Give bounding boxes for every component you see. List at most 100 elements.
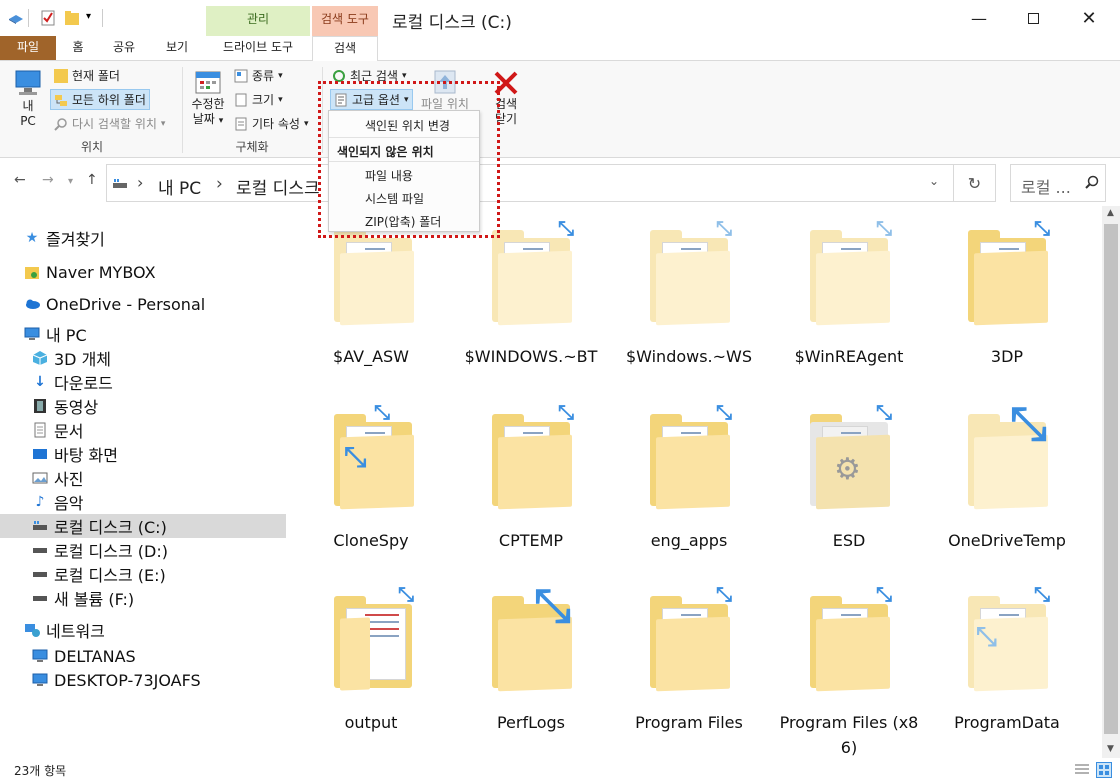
folder-item[interactable]: ⤡ Program Files [614, 582, 764, 758]
folder-item[interactable]: ⤡ $WINDOWS.~BT [456, 216, 606, 396]
folder-item[interactable]: ⤡ eng_apps [614, 400, 764, 580]
folder-name: $Windows.~WS [625, 347, 753, 366]
nav-label: 3D 개체 [54, 350, 112, 369]
tab-file[interactable]: 파일 [0, 36, 56, 60]
qat-dropdown-icon[interactable]: ▾ [86, 11, 91, 29]
tab-share[interactable]: 공유 [104, 36, 144, 60]
nav-item-videos[interactable]: 동영상 [32, 394, 98, 418]
folder-name: output [344, 713, 398, 732]
nav-label: DESKTOP-73JOAFS [54, 670, 201, 690]
chevron-down-icon: ▾ [401, 70, 407, 81]
nav-item-quick-access[interactable]: ★ 즐겨찾기 [24, 226, 105, 250]
nav-label: 로컬 디스크 (E:) [54, 566, 166, 585]
refresh-button[interactable]: ↻ [954, 164, 996, 202]
current-folder-button[interactable]: 현재 폴더 [54, 67, 120, 84]
details-view-icon[interactable] [1074, 763, 1090, 777]
download-arrow-icon: ↓ [34, 374, 46, 390]
nav-item-drive-c[interactable]: 로컬 디스크 (C:) [0, 514, 286, 538]
minimize-button[interactable]: — [956, 0, 1002, 36]
nav-label: 내 PC [46, 326, 87, 345]
close-search-button[interactable]: 검색 닫기 [484, 69, 528, 127]
dropdown-chevron-icon[interactable]: ⌄ [929, 174, 939, 188]
nav-item-desktop-pc[interactable]: DESKTOP-73JOAFS [32, 668, 201, 692]
computer-icon [13, 69, 43, 97]
advanced-options-button[interactable]: 고급 옵션 ▾ [330, 89, 413, 110]
nav-label: 즐겨찾기 [46, 230, 105, 249]
tab-drive-tools[interactable]: 드라이브 도구 [206, 36, 310, 60]
folder-item[interactable]: ⤡ ⚙ ESD [774, 400, 924, 580]
menu-item-zip-folders[interactable]: ZIP(압축) 폴더 [365, 213, 441, 230]
date-modified-button[interactable]: 수정한 날짜 ▾ [188, 69, 228, 129]
folder-name: ProgramData [954, 713, 1060, 732]
nav-item-onedrive[interactable]: OneDrive - Personal [24, 292, 205, 316]
compressed-arrows-icon: ⤡ [876, 216, 892, 240]
scroll-down-icon[interactable]: ▼ [1107, 744, 1114, 754]
nav-label: 동영상 [54, 398, 99, 417]
folder-item[interactable]: ⤡ 3DP [932, 216, 1082, 396]
open-file-location-button[interactable]: 파일 위치 [418, 69, 472, 112]
context-tab-search-tools: 검색 도구 [312, 6, 378, 36]
nav-item-music[interactable]: ♪ 음악 [32, 490, 84, 514]
tab-home[interactable]: 홈 [58, 36, 98, 60]
document-icon [32, 422, 48, 438]
forward-arrow-icon[interactable]: → [42, 172, 54, 188]
folder-item[interactable]: ⤡ ⤡ ProgramData [932, 582, 1082, 758]
folder-item[interactable]: ⤡ $Windows.~WS [614, 216, 764, 396]
folder-item[interactable]: ⤡ OneDriveTemp [932, 396, 1082, 580]
search-again-button[interactable]: 다시 검색할 위치 ▾ [54, 115, 165, 132]
menu-item-system-files[interactable]: 시스템 파일 [365, 190, 424, 207]
nav-item-network[interactable]: 네트워크 [24, 618, 105, 642]
breadcrumb-local-disk[interactable]: 로컬 디스크 [236, 174, 328, 199]
menu-item-change-indexed-locations[interactable]: 색인된 위치 변경 [365, 117, 450, 134]
scrollbar-thumb[interactable] [1104, 224, 1118, 734]
folder-item[interactable]: ⤡ CPTEMP [456, 400, 606, 580]
large-icons-view-icon[interactable] [1096, 762, 1112, 778]
tab-view[interactable]: 보기 [156, 36, 198, 60]
drive-icon [32, 566, 48, 582]
other-properties-button[interactable]: 기타 속성 ▾ [234, 115, 309, 132]
nav-item-drive-f[interactable]: 새 볼륨 (F:) [32, 586, 134, 610]
recent-searches-button[interactable]: 최근 검색 ▾ [332, 67, 407, 84]
this-pc-label-2: PC [20, 114, 36, 128]
new-folder-icon[interactable] [64, 9, 80, 27]
folder-item[interactable]: ⤡ output [296, 582, 446, 758]
this-pc-button[interactable]: 내 PC [10, 69, 46, 129]
folder-item[interactable]: $AV_ASW [296, 216, 446, 396]
folder-name: CloneSpy [333, 531, 409, 550]
breadcrumb-this-pc[interactable]: 내 PC [158, 174, 201, 199]
tab-search[interactable]: 검색 [312, 36, 378, 61]
all-subfolders-button[interactable]: 모든 하위 폴더 [50, 89, 150, 110]
address-bar[interactable]: › ⌄ [106, 164, 954, 202]
close-window-button[interactable]: ✕ [1066, 0, 1112, 36]
menu-item-file-contents[interactable]: 파일 내용 [365, 167, 413, 184]
recent-locations-icon[interactable]: ▾ [68, 176, 73, 187]
folder-item[interactable]: ⤡ $WinREAgent [774, 216, 924, 396]
item-count: 23개 항목 [14, 764, 67, 778]
folder-item[interactable]: ⤡ PerfLogs [456, 578, 606, 758]
compressed-arrows-icon: ⤡ [1034, 216, 1050, 240]
nav-item-drive-d[interactable]: 로컬 디스크 (D:) [32, 538, 168, 562]
nav-item-pictures[interactable]: 사진 [32, 466, 83, 490]
nav-item-drive-e[interactable]: 로컬 디스크 (E:) [32, 562, 166, 586]
close-search-label-1: 검색 [494, 97, 518, 111]
group-separator [182, 67, 183, 153]
search-input[interactable]: 로컬 ... [1010, 164, 1106, 202]
folder-item[interactable]: ⤡ Program Files (x86) [774, 582, 924, 758]
nav-item-deltanas[interactable]: DELTANAS [32, 644, 136, 668]
nav-item-downloads[interactable]: ↓ 다운로드 [32, 370, 113, 394]
nav-item-mybox[interactable]: Naver MYBOX [24, 260, 156, 284]
nav-item-3d-objects[interactable]: 3D 개체 [32, 346, 111, 370]
back-arrow-icon[interactable]: ← [14, 172, 26, 188]
maximize-button[interactable] [1010, 0, 1056, 36]
up-arrow-icon[interactable]: ↑ [86, 172, 98, 188]
group-label-refine: 구체화 [235, 140, 269, 154]
nav-item-desktop[interactable]: 바탕 화면 [32, 442, 118, 466]
status-bar: 23개 항목 [0, 758, 1120, 782]
nav-item-documents[interactable]: 문서 [32, 418, 83, 442]
nav-item-this-pc[interactable]: 내 PC [24, 322, 87, 346]
scroll-up-icon[interactable]: ▲ [1107, 208, 1114, 218]
folder-item[interactable]: ⤡ ⤡ CloneSpy [296, 400, 446, 580]
properties-icon[interactable] [40, 9, 56, 27]
size-button[interactable]: 크기 ▾ [234, 91, 283, 108]
kind-button[interactable]: 종류 ▾ [234, 67, 283, 84]
